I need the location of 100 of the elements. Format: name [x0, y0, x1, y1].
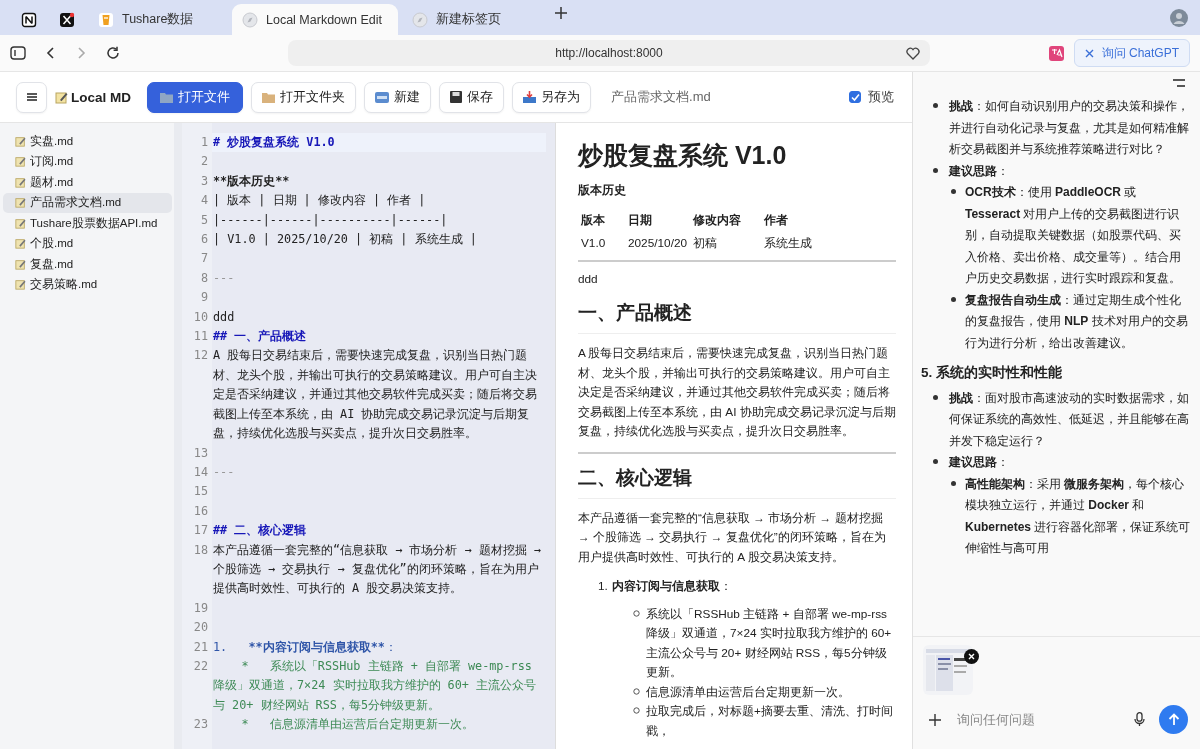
file-item[interactable]: Tushare股票数据API.md	[3, 213, 172, 234]
add-icon[interactable]	[929, 713, 941, 726]
toolbar-button[interactable]: 新建	[364, 81, 431, 113]
send-button[interactable]	[1159, 705, 1188, 734]
list-item: OCR技术：使用 PaddleOCR 或 Tesseract 对用户上传的交易截图进行识别，自动提取关键数据（如股票代码、买入价格、卖出价格、成交量等）。结合用户历史交易数据，进行实时跟踪和复盘。	[965, 184, 1182, 287]
table-header: 作者	[763, 211, 790, 229]
list-item: 系统以「RSSHub 主链路 + 自部署 we-mp-rss 降级」双通道，7×24 实时拉取我方维护的 60+ 主流公众号与 20+ 财经网站 RSS，每5分钟级更新。	[646, 605, 893, 681]
browser-tab[interactable]: Local Markdown Edit	[232, 4, 398, 35]
menu-icon	[26, 93, 37, 101]
app-icon	[59, 12, 75, 28]
checkbox[interactable]	[849, 91, 861, 103]
code-line: ## 一、产品概述	[213, 328, 308, 346]
paragraph: 本产品遵循一套完整的“信息获取 → 市场分析 → 题材挖掘 → 个股筛选 → 交易执行 → 复盘优化”的闭环策略，旨在为用户提供高时效性、可执行的 A 股交易决策支持。	[578, 509, 887, 566]
menu-button[interactable]	[16, 81, 47, 113]
line-number: 23	[192, 716, 209, 734]
address-bar[interactable]: http://localhost:8000	[288, 40, 930, 66]
arrow-up-icon	[1167, 713, 1180, 726]
list-item: 复盘报告自动生成：通过定期生成个性化的复盘报告，使用 NLP 技术对用户的交易行为进行分析，给出改善建议。	[965, 291, 1189, 352]
table-cell-text: 2025/10/20	[627, 235, 689, 252]
list-item: 内容订阅与信息获取：	[611, 578, 732, 595]
avatar-icon[interactable]	[1170, 8, 1188, 27]
line-number: 13	[192, 444, 209, 462]
line-number: 8	[199, 269, 209, 287]
line-number: 18	[192, 541, 209, 559]
reload-icon[interactable]	[106, 46, 120, 60]
paragraph: A 股每日交易结束后，需要快速完成复盘，识别当日热门题材、龙头个股，并输出可执行的交易策略建议。用户可自主决定是否采纳建议，并通过其他交易软件完成买卖；随后将交易截图上传至本系统，由 AI 协助完成交易记录沉淀与后期复盘，持续优化选股与买卖点，提升次日交易胜率。	[578, 345, 896, 440]
preview-checkbox[interactable]: 预览	[849, 88, 894, 106]
file-item[interactable]: 实盘.md	[3, 131, 172, 152]
file-item[interactable]: 题材.md	[3, 172, 172, 193]
list-item: 建议思路：	[949, 162, 1009, 180]
line-number: 19	[192, 599, 209, 617]
code-editor[interactable]	[182, 123, 555, 749]
toolbar-button[interactable]: 保存	[439, 81, 504, 113]
line-number: 2	[199, 153, 209, 171]
browser-tab[interactable]: Tushare数据	[88, 4, 228, 35]
chat-input[interactable]: 询问任何问题	[955, 711, 1120, 728]
code-line: * 系统以「RSSHub 主链路 + 自部署 we-mp-rss 降级」双通道，7×24 实时拉取我方维护的 60+ 主流公众号与 20+ 财经网站 RSS，每5分钟级更新。	[213, 657, 538, 714]
tray-icon	[523, 91, 536, 103]
line-number: 12	[192, 347, 209, 365]
bullet-icon	[933, 394, 938, 400]
file-item[interactable]: 产品需求文档.md	[3, 192, 172, 213]
table-cell-text: 系统生成	[763, 235, 814, 252]
code-line: ---	[213, 269, 236, 287]
memo-icon	[55, 90, 68, 104]
code-line: | V1.0 | 2025/10/20 | 初稿 | 系统生成 |	[213, 231, 478, 249]
close-icon	[968, 653, 975, 660]
list-item: 建议思路：	[949, 454, 1009, 471]
memo-icon	[15, 176, 26, 188]
table-cell-text: 初稿	[692, 235, 719, 252]
file-item[interactable]: 复盘.md	[3, 254, 172, 275]
bullet-icon	[633, 687, 640, 695]
code-line: ## 二、核心逻辑	[213, 522, 308, 540]
code-line: * 信息源清单由运营后台定期更新一次。	[240, 716, 475, 734]
paragraph: ddd	[578, 270, 599, 288]
memo-icon	[15, 156, 26, 168]
table-cell-text: V1.0	[580, 235, 607, 252]
code-line: A 股每日交易结束后，需要快速完成复盘，识别当日热门题材、龙头个股，并输出可执行的交易策略建议。用户可自主决定是否采纳建议，并通过其他交易软件完成买卖；随后将交易截图上传至本系统，由 AI 协助完成交易记录沉淀与后期复盘，持续优化选股与买卖点，提升次日交易胜率。	[213, 347, 538, 443]
browser-tab[interactable]: 新建标签页	[402, 4, 542, 35]
bullet-icon	[933, 103, 938, 108]
code-line: ---	[213, 463, 236, 481]
menu-icon[interactable]	[1173, 79, 1185, 87]
toolbar-button[interactable]: 另存为	[512, 81, 591, 113]
section-heading: 一、产品概述	[578, 301, 896, 334]
table-header: 修改内容	[692, 211, 743, 229]
line-number: 7	[199, 250, 209, 268]
line-number: 4	[199, 192, 209, 210]
line-number: 10	[192, 308, 209, 326]
toolbar-button[interactable]: 打开文件夹	[251, 81, 356, 113]
microphone-icon[interactable]	[1134, 712, 1145, 727]
bullet-icon	[633, 609, 640, 617]
file-item[interactable]: 个股.md	[3, 233, 172, 254]
app-icon	[21, 12, 37, 28]
list-number: 1.	[598, 578, 608, 595]
file-item[interactable]: 订阅.md	[3, 151, 172, 172]
line-number: 14	[192, 463, 209, 481]
compass-icon	[412, 11, 428, 28]
back-icon[interactable]	[46, 46, 56, 60]
table-header: 版本	[580, 211, 606, 229]
bullet-icon	[951, 296, 956, 302]
section-heading: 5. 系统的实时性和性能	[921, 364, 1063, 382]
list-item: 拉取完成后，对标题+摘要去重、清洗、打时间戳，	[646, 703, 894, 740]
bullet-icon	[633, 707, 640, 714]
file-item[interactable]: 交易策略.md	[3, 274, 172, 295]
new-tab-icon[interactable]	[554, 6, 568, 20]
sidebar-toggle-icon[interactable]	[10, 46, 26, 60]
heart-icon[interactable]	[906, 47, 920, 60]
list-item: 高性能架构：采用 微服务架构，每个核心模块独立运行，并通过 Docker 和 Kubernetes 进行容器化部署，保证系统可伸缩性与高可用	[965, 475, 1192, 557]
document-title: 炒股复盘系统 V1.0	[578, 140, 788, 171]
code-line: | 版本 | 日期 | 修改内容 | 作者 |	[213, 192, 427, 210]
toolbar-button[interactable]: 打开文件	[147, 81, 243, 113]
translate-icon[interactable]	[1048, 45, 1064, 61]
line-number: 16	[192, 502, 209, 520]
list-item: 信息源清单由运营后台定期更新一次。	[646, 683, 850, 701]
ask-chatgpt-button[interactable]: 询问 ChatGPT	[1073, 39, 1190, 67]
line-number: 17	[192, 522, 209, 540]
code-line: **版本历史**	[213, 172, 291, 190]
list-item: 挑战：面对股市高速波动的实时数据需求，如何保证系统的高效性、低延迟，并且能够在高并发下稳定运行？	[949, 389, 1190, 450]
list-item: 挑战：如何自动识别用户的交易决策和操作，并进行自动化记录与复盘，尤其是如何精准解析交易截图并与系统推荐策略进行对比？	[949, 98, 1190, 158]
memo-icon	[15, 279, 26, 291]
table-header: 日期	[627, 211, 653, 229]
